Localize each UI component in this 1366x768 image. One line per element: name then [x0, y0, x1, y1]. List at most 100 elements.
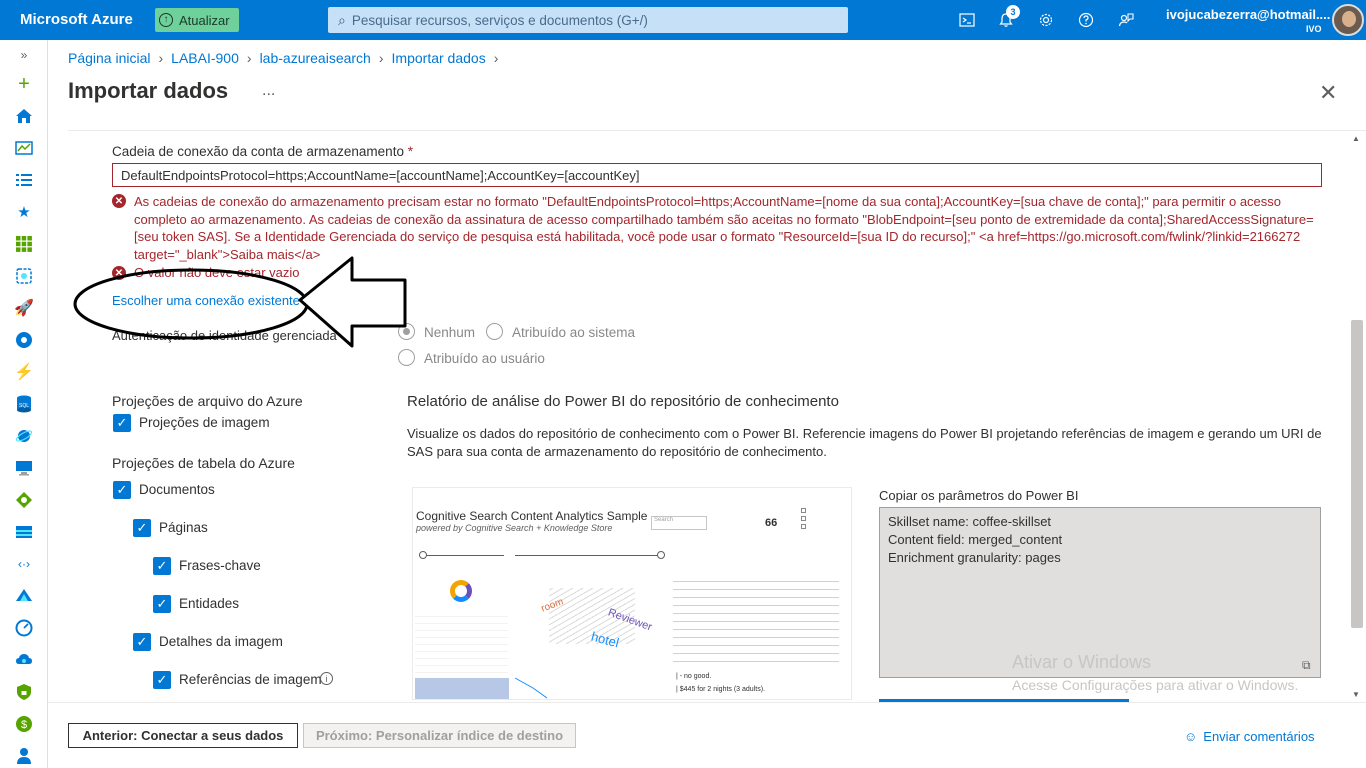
pages-label: Páginas — [159, 520, 208, 535]
entities-label: Entidades — [179, 596, 240, 611]
preview-slider-handle — [657, 551, 665, 559]
virtual-machines-icon[interactable] — [12, 457, 36, 479]
upgrade-button[interactable]: ↑ Atualizar — [155, 8, 239, 32]
preview-subtitle: powered by Cognitive Search + Knowledge … — [416, 523, 613, 533]
brand-title[interactable]: Microsoft Azure — [20, 11, 133, 28]
breadcrumb-home[interactable]: Página inicial — [68, 50, 151, 66]
error-icon: ✕ — [112, 266, 126, 280]
user-email[interactable]: ivojucabezerra@hotmail.... — [1166, 7, 1330, 22]
entities-checkbox[interactable]: ✓ — [153, 595, 171, 613]
feedback-icon[interactable] — [1114, 8, 1138, 32]
security-center-icon[interactable] — [12, 681, 36, 703]
next-button[interactable]: Próximo: Personalizar índice de destino — [303, 723, 576, 748]
arrow-up-icon: ↑ — [159, 13, 173, 27]
param-skillset: Skillset name: coffee-skillset — [888, 514, 1052, 529]
search-icon: ⌕ — [338, 11, 346, 28]
breadcrumb-search-service[interactable]: lab-azureaisearch — [260, 50, 371, 66]
activation-watermark-title: Ativar o Windows — [1012, 652, 1152, 672]
key-phrases-checkbox[interactable]: ✓ — [153, 557, 171, 575]
breadcrumb-resource-group[interactable]: LABAI-900 — [171, 50, 239, 66]
preview-title: Cognitive Search Content Analytics Sampl… — [416, 509, 648, 523]
copy-powerbi-params-label: Copiar os parâmetros do Power BI — [879, 488, 1079, 503]
scrollbar-thumb[interactable] — [1351, 320, 1363, 628]
virtual-networks-icon[interactable]: ‹·› — [12, 553, 36, 575]
connection-string-input[interactable]: DefaultEndpointsProtocol=https;AccountNa… — [112, 163, 1322, 187]
help-icon[interactable] — [1074, 8, 1098, 32]
param-content-field: Content field: merged_content — [888, 532, 1063, 547]
param-granularity: Enrichment granularity: pages — [888, 550, 1061, 565]
preview-map — [415, 678, 509, 699]
all-services-icon[interactable] — [12, 169, 36, 191]
app-services-icon[interactable] — [12, 329, 36, 351]
documents-checkbox[interactable]: ✓ — [113, 481, 131, 499]
activation-watermark-text: Acesse Configurações para ativar o Windo… — [1012, 677, 1299, 693]
pages-checkbox[interactable]: ✓ — [133, 519, 151, 537]
more-options-button[interactable]: ... — [262, 82, 275, 100]
storage-accounts-icon[interactable] — [12, 521, 36, 543]
monitor-icon[interactable] — [12, 617, 36, 639]
send-feedback-link[interactable]: ☺ Enviar comentários — [1184, 729, 1315, 744]
sql-database-icon[interactable]: SQL — [12, 393, 36, 415]
resource-groups-icon[interactable] — [12, 265, 36, 287]
empty-value-error: O valor não deve estar vazio — [134, 265, 300, 280]
breadcrumb: Página inicial › LABAI-900 › lab-azureaise… — [68, 50, 506, 66]
chevron-right-icon: › — [246, 50, 252, 66]
radio-none-label: Nenhum — [424, 325, 476, 340]
copy-icon[interactable]: ⧉ — [1302, 658, 1311, 673]
managed-identity-label: Autenticação de identidade gerenciada — [112, 328, 337, 343]
create-resource-icon[interactable]: + — [12, 73, 36, 95]
quickstart-rocket-icon[interactable]: 🚀 — [12, 297, 36, 319]
preview-slider-1 — [419, 555, 504, 556]
breadcrumb-import-data[interactable]: Importar dados — [392, 50, 486, 66]
feedback-icon: ☺ — [1184, 729, 1198, 744]
key-phrases-label: Frases-chave — [179, 558, 261, 573]
global-search-input[interactable]: ⌕ Pesquisar recursos, serviços e documen… — [328, 7, 848, 33]
help-support-icon[interactable] — [12, 745, 36, 767]
header-divider — [68, 130, 1366, 131]
dashboard-icon[interactable] — [12, 137, 36, 159]
choose-existing-connection-link[interactable]: Escolher uma conexão existente — [112, 293, 300, 308]
radio-none[interactable] — [398, 323, 415, 340]
top-bar: Microsoft Azure ↑ Atualizar ⌕ Pesquisar … — [0, 0, 1366, 40]
preview-slider-handle — [419, 551, 427, 559]
left-navigation: » + ★ 🚀 ⚡ SQL ‹·› $ — [0, 40, 48, 768]
radio-system-assigned-label: Atribuído ao sistema — [512, 325, 636, 340]
preview-count: 66 — [765, 517, 778, 529]
radio-user-assigned[interactable] — [398, 349, 415, 366]
notification-badge: 3 — [1006, 5, 1020, 19]
info-icon[interactable]: i — [320, 672, 333, 685]
radio-system-assigned[interactable] — [486, 323, 503, 340]
image-references-checkbox[interactable]: ✓ — [153, 671, 171, 689]
previous-button[interactable]: Anterior: Conectar a seus dados — [68, 723, 298, 748]
image-projections-checkbox[interactable]: ✓ — [113, 414, 131, 432]
required-marker: * — [407, 144, 413, 159]
preview-search-box: Search — [651, 516, 707, 530]
documents-label: Documentos — [139, 482, 215, 497]
cost-management-icon[interactable]: $ — [12, 713, 36, 735]
image-details-checkbox[interactable]: ✓ — [133, 633, 151, 651]
gear-icon[interactable] — [1034, 8, 1058, 32]
cosmos-db-icon[interactable] — [12, 425, 36, 447]
chevron-right-icon: › — [493, 50, 499, 66]
favorites-star-icon[interactable]: ★ — [12, 201, 36, 223]
close-icon[interactable]: ✕ — [1319, 80, 1337, 106]
table-projections-title: Projeções de tabela do Azure — [112, 455, 295, 471]
preview-line-chart — [514, 677, 548, 699]
entra-id-icon[interactable] — [12, 585, 36, 607]
home-icon[interactable] — [12, 105, 36, 127]
preview-doc-line: | $445 for 2 nights (3 adults). — [676, 686, 765, 693]
preview-word-cloud: Reviewer hotel room — [523, 570, 659, 660]
avatar[interactable] — [1332, 4, 1364, 36]
scroll-up-arrow-icon[interactable]: ▲ — [1352, 134, 1360, 143]
page-title: Importar dados — [68, 78, 229, 103]
send-feedback-label: Enviar comentários — [1203, 729, 1315, 744]
powerbi-report-preview-image: Cognitive Search Content Analytics Sampl… — [412, 487, 852, 700]
error-icon: ✕ — [112, 194, 126, 208]
cloud-shell-icon[interactable] — [955, 8, 979, 32]
advisor-icon[interactable] — [12, 649, 36, 671]
all-resources-icon[interactable] — [12, 233, 36, 255]
function-app-icon[interactable]: ⚡ — [12, 361, 36, 383]
scroll-down-arrow-icon[interactable]: ▼ — [1352, 690, 1360, 699]
expand-menu-icon[interactable]: » — [12, 44, 36, 66]
load-balancer-icon[interactable] — [12, 489, 36, 511]
